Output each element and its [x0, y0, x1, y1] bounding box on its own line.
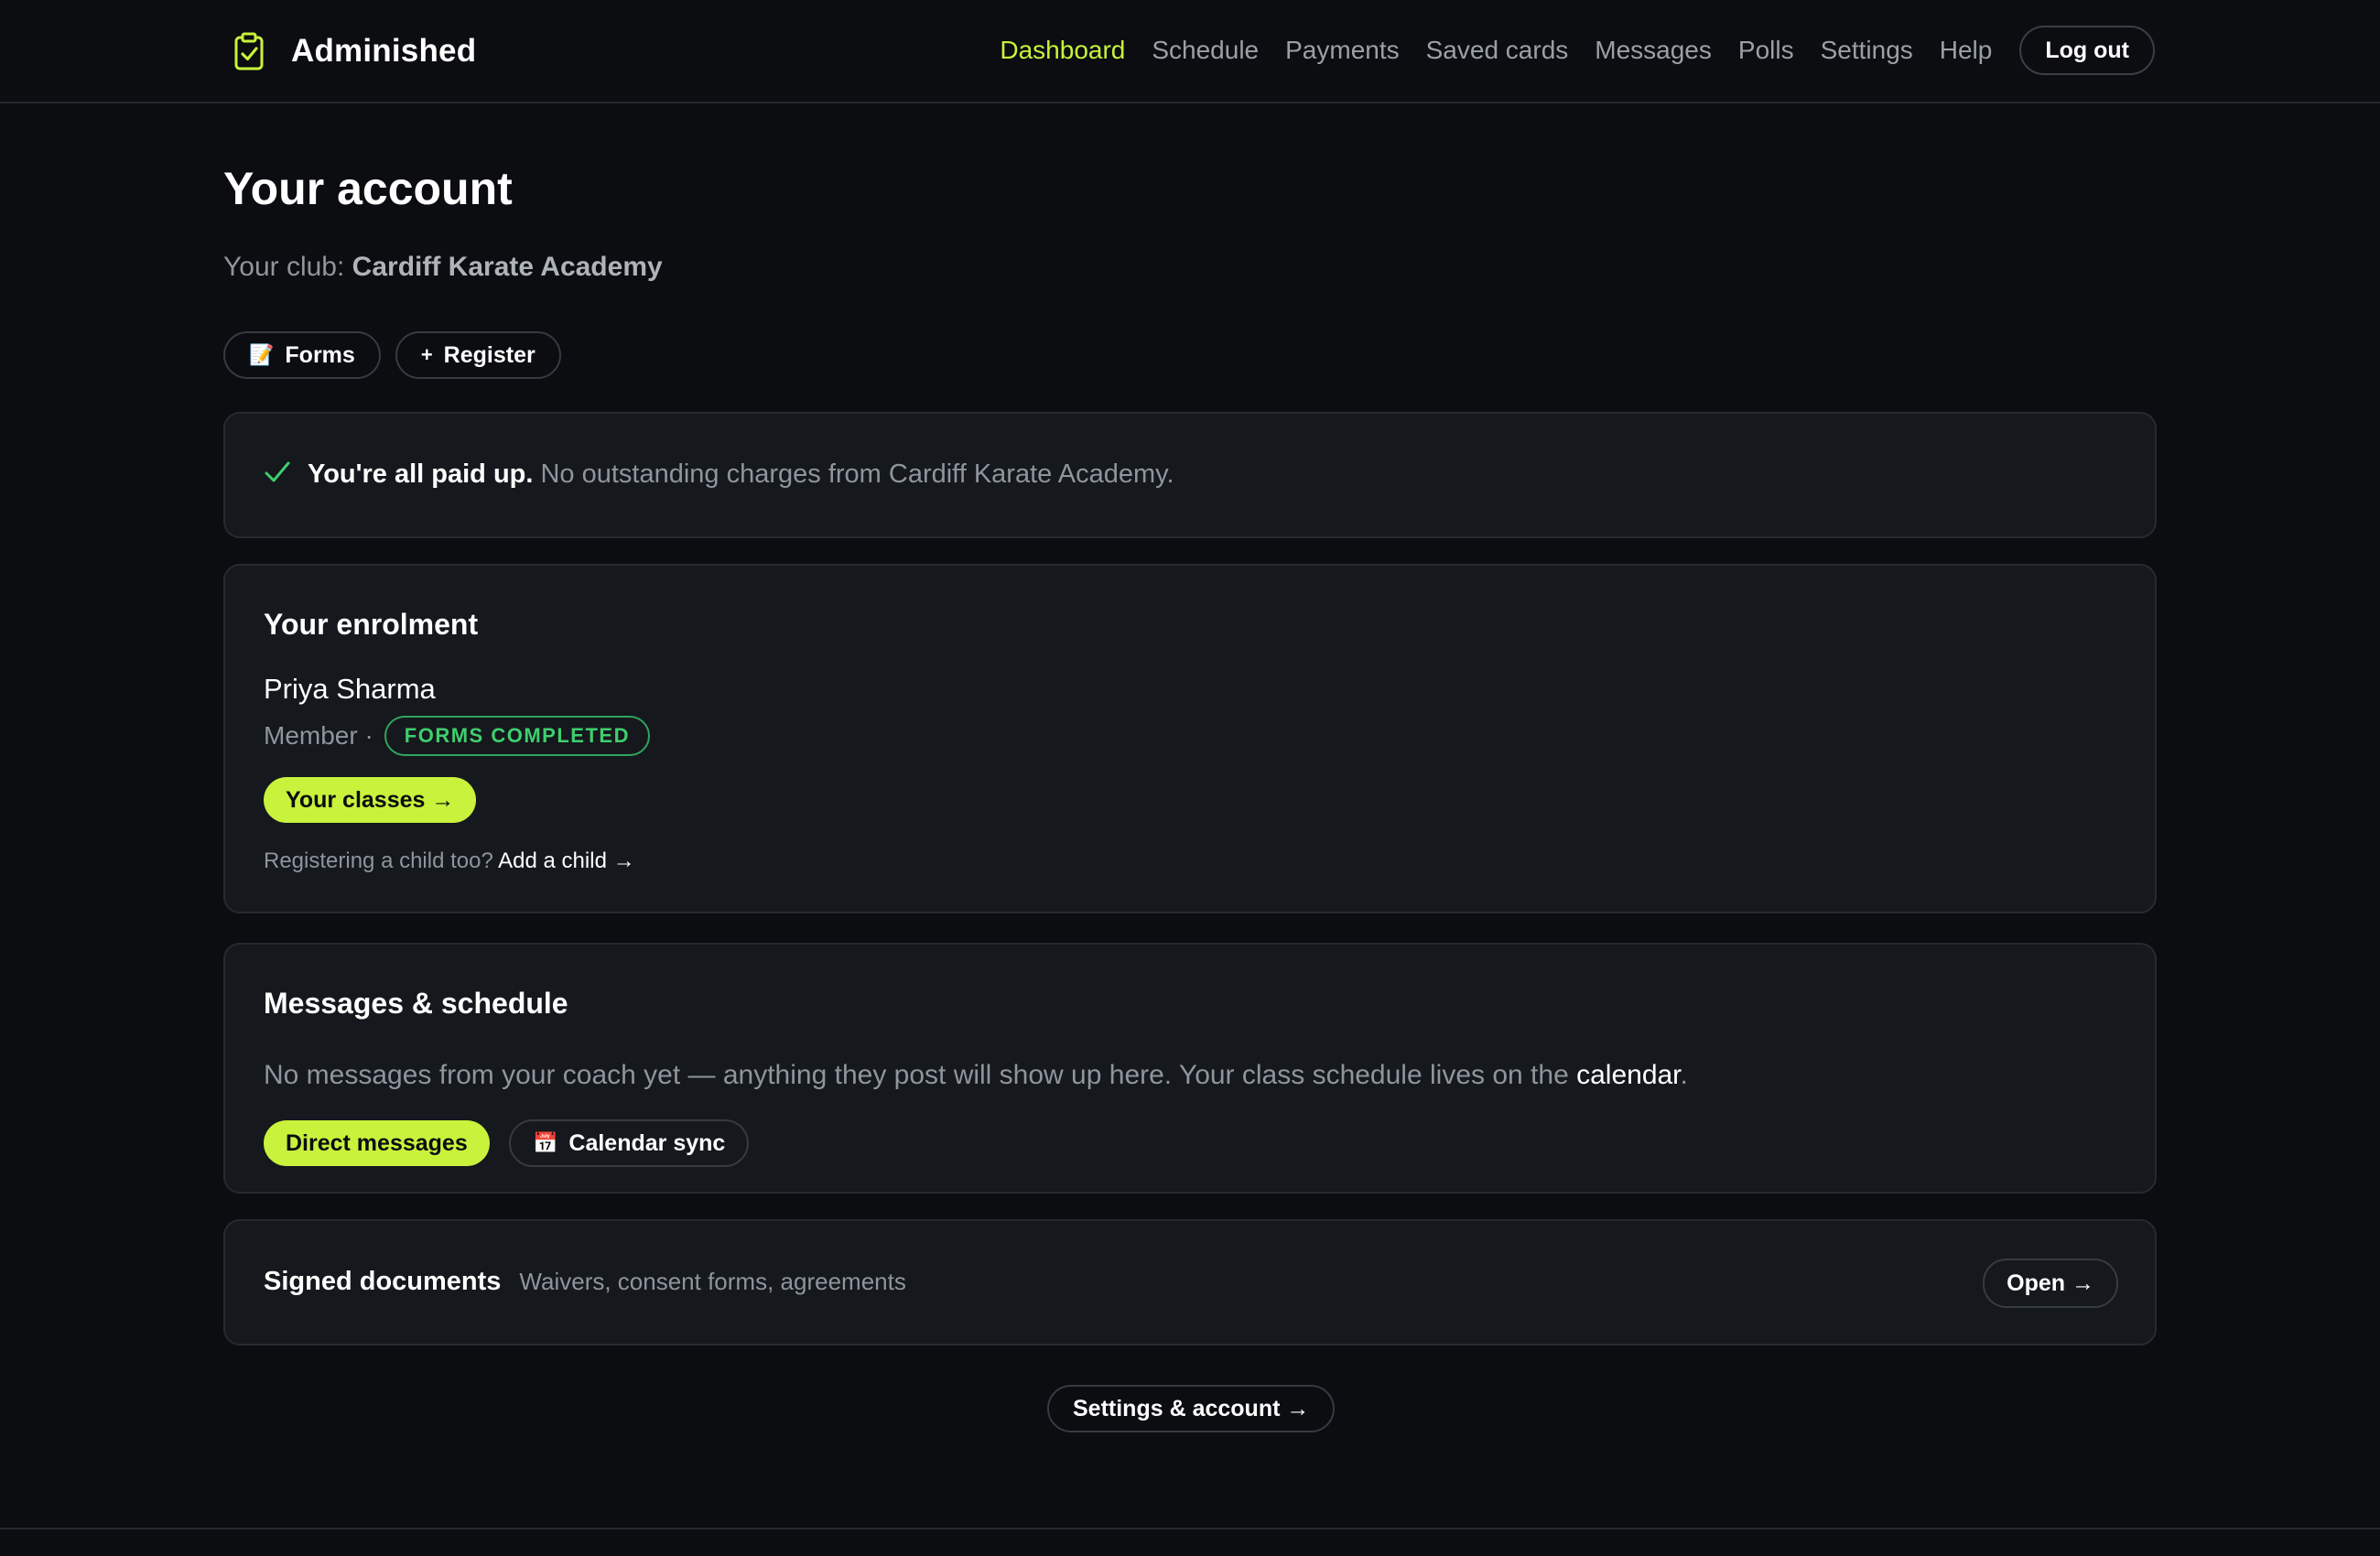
club-line: Your club: Cardiff Karate Academy [223, 252, 663, 283]
top-bar: Adminished Dashboard Schedule Payments S… [0, 0, 2380, 103]
messages-text: No messages from your coach yet — anythi… [264, 1060, 1569, 1090]
payment-status: You're all paid up. No outstanding charg… [264, 457, 1174, 492]
nav-schedule[interactable]: Schedule [1152, 36, 1259, 65]
forms-button[interactable]: 📝 Forms [223, 331, 381, 379]
register-button[interactable]: + Register [395, 331, 561, 379]
nav-dashboard[interactable]: Dashboard [1000, 36, 1125, 65]
club-name: Cardiff Karate Academy [352, 252, 663, 282]
messages-empty-text: No messages from your coach yet — anythi… [264, 1060, 1688, 1091]
paid-headline: You're all paid up. [308, 459, 534, 489]
messages-schedule-card: Messages & schedule No messages from you… [223, 943, 2157, 1194]
register-label: Register [443, 341, 536, 368]
member-name: Priya Sharma [264, 673, 436, 705]
plus-icon: + [420, 343, 433, 366]
brand[interactable]: Adminished [223, 22, 476, 81]
paid-detail: No outstanding charges from Cardiff Kara… [540, 459, 1174, 489]
brand-name: Adminished [291, 33, 477, 69]
nav-polls[interactable]: Polls [1738, 36, 1794, 65]
add-child-link[interactable]: Add a child → [498, 848, 634, 873]
logout-button[interactable]: Log out [2019, 26, 2155, 75]
settings-account-button[interactable]: Settings & account → [1047, 1385, 1336, 1432]
payment-status-card: You're all paid up. No outstanding charg… [223, 412, 2157, 538]
calendar-link[interactable]: calendar [1576, 1060, 1680, 1090]
footer-divider [0, 1528, 2380, 1529]
documents-title: Signed documents [264, 1267, 502, 1296]
member-role: Member · FORMS COMPLETED [264, 716, 650, 756]
enrolment-card: Your enrolment Priya Sharma Member · FOR… [223, 564, 2157, 913]
clipboard-check-icon [223, 26, 275, 77]
nav-payments[interactable]: Payments [1285, 36, 1400, 65]
signed-documents-card: Signed documents Waivers, consent forms,… [223, 1219, 2157, 1345]
messages-text-end: . [1680, 1060, 1688, 1090]
nav-settings[interactable]: Settings [1821, 36, 1913, 65]
club-prefix: Your club: [223, 252, 345, 282]
open-documents-button[interactable]: Open → [1983, 1259, 2118, 1308]
role-label: Member · [264, 721, 373, 750]
child-prompt-text: Registering a child too? [264, 848, 493, 873]
enrolment-heading: Your enrolment [264, 608, 479, 641]
check-icon [264, 457, 291, 492]
nav-messages[interactable]: Messages [1595, 36, 1712, 65]
documents-row: Signed documents Waivers, consent forms,… [264, 1267, 906, 1297]
your-classes-button[interactable]: Your classes → [264, 777, 477, 823]
nav-saved-cards[interactable]: Saved cards [1426, 36, 1569, 65]
quick-actions: 📝 Forms + Register [223, 331, 576, 379]
status-badge: FORMS COMPLETED [384, 716, 650, 756]
main-nav: Dashboard Schedule Payments Saved cards … [973, 26, 2155, 75]
memo-icon: 📝 [249, 343, 275, 366]
calendar-icon: 📅 [533, 1131, 558, 1154]
calendar-sync-label: Calendar sync [568, 1129, 726, 1156]
documents-subtitle: Waivers, consent forms, agreements [519, 1268, 906, 1295]
direct-messages-button[interactable]: Direct messages [264, 1120, 490, 1166]
page-title: Your account [223, 163, 513, 214]
calendar-sync-button[interactable]: 📅 Calendar sync [509, 1119, 750, 1167]
messages-heading: Messages & schedule [264, 987, 568, 1020]
add-child-prompt: Registering a child too? Add a child → [264, 848, 635, 874]
nav-help[interactable]: Help [1940, 36, 1993, 65]
forms-label: Forms [285, 341, 355, 368]
